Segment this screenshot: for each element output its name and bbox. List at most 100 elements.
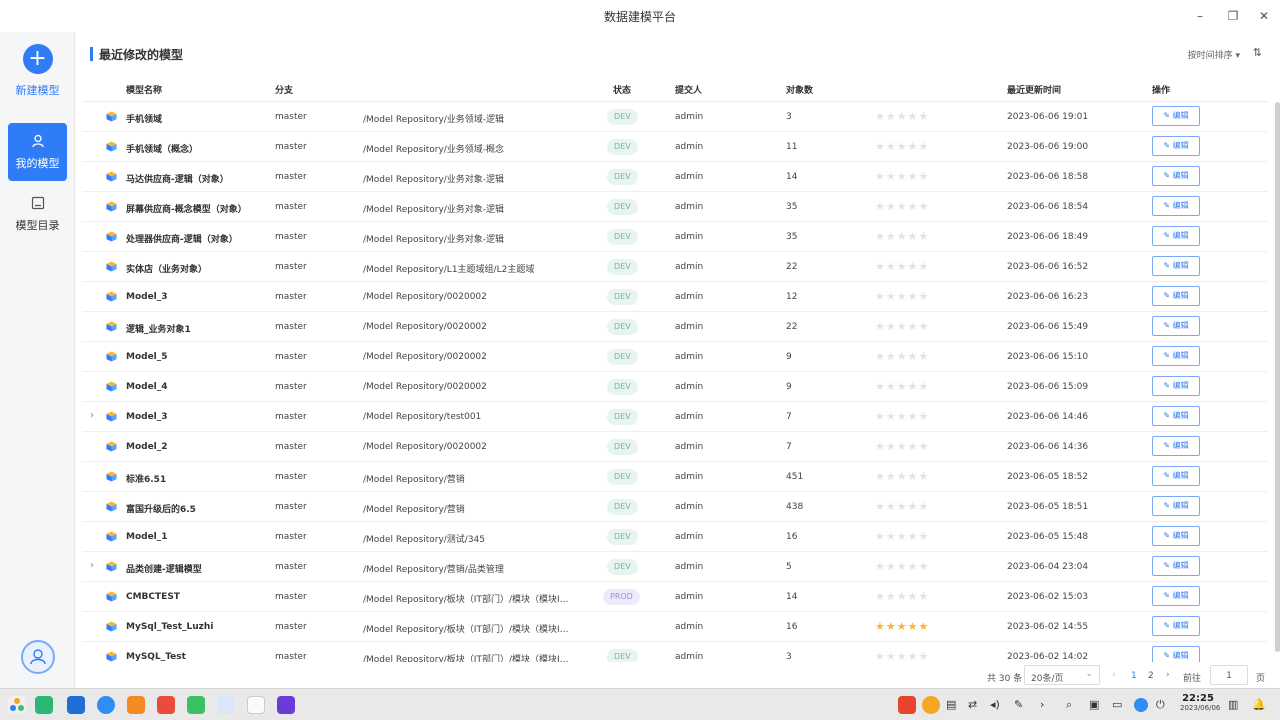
launcher-icon[interactable] (8, 696, 26, 714)
new-model-button[interactable]: + 新建模型 (0, 44, 75, 98)
chevron-right-icon[interactable]: › (1040, 698, 1044, 711)
table-row[interactable]: 逻辑_业务对象1 master /Model Repository/002000… (82, 312, 1268, 342)
model-name[interactable]: 富国升级后的6.5 (126, 502, 196, 515)
table-row[interactable]: Model_3 master /Model Repository/0020002… (82, 282, 1268, 312)
table-row[interactable]: 处理器供应商-逻辑（对象） master /Model Repository/业… (82, 222, 1268, 252)
notification-icon[interactable]: ▥ (1228, 698, 1238, 711)
clock[interactable]: 22:25 2023/06/06 (1180, 693, 1220, 712)
model-name[interactable]: 屏幕供应商-概念模型（对象） (126, 202, 247, 215)
table-row[interactable]: 手机领域 master /Model Repository/业务领域-逻辑 DE… (82, 102, 1268, 132)
tray-power-icon[interactable] (922, 696, 940, 714)
edit-button[interactable]: ✎ 编辑 (1152, 286, 1200, 306)
network-icon[interactable]: ⇄ (968, 698, 977, 711)
next-page-button[interactable]: › (1166, 670, 1170, 680)
model-name[interactable]: Model_1 (126, 532, 168, 542)
sidebar-item-catalog[interactable]: 模型目录 (8, 185, 67, 243)
edit-button[interactable]: ✎ 编辑 (1152, 376, 1200, 396)
model-name[interactable]: MySQL_Test (126, 652, 186, 662)
expand-row-icon[interactable]: › (90, 410, 94, 421)
model-name[interactable]: Model_5 (126, 352, 168, 362)
document-icon[interactable] (217, 696, 235, 714)
table-row[interactable]: › 品类创建-逻辑模型 master /Model Repository/营销/… (82, 552, 1268, 582)
model-name[interactable]: 实体店（业务对象） (126, 262, 207, 275)
browser-tray-icon[interactable] (1134, 698, 1148, 712)
photos-icon[interactable] (157, 696, 175, 714)
rating-stars[interactable]: ★★★★★ (875, 620, 929, 633)
table-row[interactable]: 富国升级后的6.5 master /Model Repository/营销 DE… (82, 492, 1268, 522)
edit-button[interactable]: ✎ 编辑 (1152, 196, 1200, 216)
keyboard-icon[interactable]: ▤ (946, 698, 956, 711)
rating-stars[interactable]: ★★★★★ (875, 350, 929, 363)
expand-row-icon[interactable]: › (90, 560, 94, 571)
model-name[interactable]: Model_3 (126, 292, 168, 302)
search-icon[interactable]: ⌕ (1066, 698, 1072, 712)
model-name[interactable]: 处理器供应商-逻辑（对象） (126, 232, 238, 245)
table-row[interactable]: Model_5 master /Model Repository/0020002… (82, 342, 1268, 372)
table-row[interactable]: Model_1 master /Model Repository/测试/345 … (82, 522, 1268, 552)
minimize-button[interactable]: – (1192, 8, 1208, 24)
model-name[interactable]: 马达供应商-逻辑（对象） (126, 172, 229, 185)
scrollbar[interactable] (1275, 102, 1280, 652)
table-row[interactable]: 马达供应商-逻辑（对象） master /Model Repository/业务… (82, 162, 1268, 192)
rating-stars[interactable]: ★★★★★ (875, 320, 929, 333)
rating-stars[interactable]: ★★★★★ (875, 500, 929, 513)
rating-stars[interactable]: ★★★★★ (875, 260, 929, 273)
edit-button[interactable]: ✎ 编辑 (1152, 556, 1200, 576)
rating-stars[interactable]: ★★★★★ (875, 530, 929, 543)
edit-button[interactable]: ✎ 编辑 (1152, 316, 1200, 336)
close-button[interactable]: ✕ (1256, 8, 1272, 24)
edit-button[interactable]: ✎ 编辑 (1152, 346, 1200, 366)
rating-stars[interactable]: ★★★★★ (875, 590, 929, 603)
model-name[interactable]: Model_3 (126, 412, 168, 422)
rating-stars[interactable]: ★★★★★ (875, 470, 929, 483)
rating-stars[interactable]: ★★★★★ (875, 170, 929, 183)
edit-button[interactable]: ✎ 编辑 (1152, 166, 1200, 186)
rating-stars[interactable]: ★★★★★ (875, 410, 929, 423)
edit-button[interactable]: ✎ 编辑 (1152, 586, 1200, 606)
edit-button[interactable]: ✎ 编辑 (1152, 466, 1200, 486)
table-row[interactable]: 屏幕供应商-概念模型（对象） master /Model Repository/… (82, 192, 1268, 222)
store-icon[interactable] (67, 696, 85, 714)
restore-button[interactable]: ❐ (1225, 8, 1241, 24)
rating-stars[interactable]: ★★★★★ (875, 440, 929, 453)
rating-stars[interactable]: ★★★★★ (875, 110, 929, 123)
calendar-icon[interactable] (247, 696, 265, 714)
edit-button[interactable]: ✎ 编辑 (1152, 526, 1200, 546)
pen-icon[interactable]: ✎ (1014, 698, 1023, 711)
table-row[interactable]: › Model_3 master /Model Repository/test0… (82, 402, 1268, 432)
table-row[interactable]: MySql_Test_Luzhi master /Model Repositor… (82, 612, 1268, 642)
model-name[interactable]: MySql_Test_Luzhi (126, 622, 213, 632)
edit-button[interactable]: ✎ 编辑 (1152, 616, 1200, 636)
sort-order-icon[interactable]: ⇅ (1253, 46, 1262, 59)
rating-stars[interactable]: ★★★★★ (875, 560, 929, 573)
table-row[interactable]: Model_4 master /Model Repository/0020002… (82, 372, 1268, 402)
model-name[interactable]: 品类创建-逻辑模型 (126, 562, 202, 575)
edit-button[interactable]: ✎ 编辑 (1152, 256, 1200, 276)
edit-button[interactable]: ✎ 编辑 (1152, 436, 1200, 456)
edit-button[interactable]: ✎ 编辑 (1152, 226, 1200, 246)
bell-icon[interactable]: 🔔 (1252, 698, 1266, 711)
model-name[interactable]: 逻辑_业务对象1 (126, 322, 191, 335)
rating-stars[interactable]: ★★★★★ (875, 290, 929, 303)
model-name[interactable]: 手机领域（概念） (126, 142, 198, 155)
terminal-icon[interactable] (35, 696, 53, 714)
model-name[interactable]: Model_2 (126, 442, 168, 452)
model-name[interactable]: Model_4 (126, 382, 168, 392)
volume-icon[interactable]: ◂) (990, 698, 1000, 711)
page-2[interactable]: 2 (1148, 671, 1154, 681)
sidebar-item-my-models[interactable]: 我的模型 (8, 123, 67, 181)
screenshot-icon[interactable]: ▣ (1089, 698, 1099, 711)
tray-app-icon[interactable] (898, 696, 916, 714)
page-size-select[interactable]: 20条/页 ⌄ (1024, 665, 1100, 685)
music-icon[interactable] (187, 696, 205, 714)
avatar[interactable] (21, 640, 55, 674)
edit-button[interactable]: ✎ 编辑 (1152, 406, 1200, 426)
table-row[interactable]: Model_2 master /Model Repository/0020002… (82, 432, 1268, 462)
table-row[interactable]: 手机领域（概念） master /Model Repository/业务领域-概… (82, 132, 1268, 162)
app-store-icon[interactable] (127, 696, 145, 714)
rating-stars[interactable]: ★★★★★ (875, 200, 929, 213)
prev-page-button[interactable]: ‹ (1112, 670, 1116, 680)
sort-dropdown[interactable]: 按时间排序 ▾ (1188, 48, 1240, 61)
table-row[interactable]: 实体店（业务对象） master /Model Repository/L1主题域… (82, 252, 1268, 282)
rating-stars[interactable]: ★★★★★ (875, 230, 929, 243)
